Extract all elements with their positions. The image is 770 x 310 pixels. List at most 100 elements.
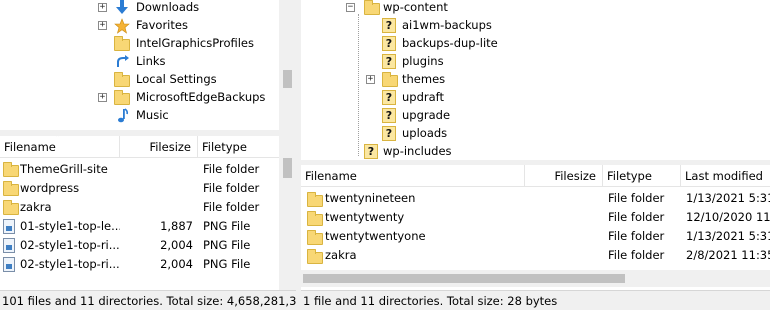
remote-list-hscroll-thumb[interactable] [303,274,625,283]
tree-item[interactable]: ? backups-dup-lite [301,35,770,53]
tree-item[interactable]: ? updraft [301,89,770,107]
file-row[interactable]: twentytwentyone File folder 1/13/2021 5:31… [301,227,770,246]
expand-icon[interactable]: + [366,75,375,84]
tree-item[interactable]: Local Settings [0,71,279,89]
folder-icon [114,90,130,106]
tree-item-label: upgrade [402,108,451,122]
column-header-filetype[interactable]: Filetype [198,136,279,158]
last-modified: 1/13/2021 5:31:... [686,229,770,243]
remote-list-header: Filename Filesize Filetype Last modified [301,165,770,187]
folder-icon [364,0,380,16]
column-header-filetype[interactable]: Filetype [603,165,681,187]
local-tree-scroll-thumb[interactable] [283,70,292,88]
unknown-folder-icon: ? [364,144,380,160]
expand-icon[interactable]: + [98,3,107,12]
tree-item[interactable]: ? wp-includes [301,143,770,160]
file-row[interactable]: zakra File folder 2/8/2021 11:35:... [301,246,770,265]
tree-item-label: Links [136,54,166,68]
unknown-folder-icon: ? [382,126,398,142]
tree-item-label: wp-content [383,0,448,14]
file-row[interactable]: ThemeGrill-site File folder [0,160,279,179]
file-name: zakra [20,200,52,214]
file-row[interactable]: 02-style1-top-ri... 2,004 PNG File [0,236,279,255]
collapse-icon[interactable]: − [346,3,355,12]
remote-status-bar: 1 file and 11 directories. Total size: 2… [301,290,770,310]
file-size [120,198,193,217]
file-name: twentynineteen [325,191,416,205]
file-size [120,179,193,198]
tree-item[interactable]: Links [0,53,279,71]
local-list-header: Filename Filesize Filetype [0,136,279,158]
local-file-list[interactable]: Filename Filesize Filetype ⌃ ThemeGrill-… [0,136,296,290]
last-modified: 2/8/2021 11:35:... [686,248,770,262]
file-row[interactable]: 02-style1-top-ri... 2,004 PNG File [0,255,279,274]
file-size: 1,887 [160,219,193,233]
file-row[interactable]: wordpress File folder [0,179,279,198]
folder-icon [114,72,130,88]
tree-item-label: themes [402,72,446,86]
star-icon [114,18,130,34]
column-header-last-modified[interactable]: Last modified [681,165,770,187]
tree-item[interactable]: + Favorites [0,17,279,35]
file-name: ThemeGrill-site [20,162,108,176]
music-note-icon [114,108,130,124]
folder-icon [114,36,130,52]
file-row[interactable]: twentynineteen File folder 1/13/2021 5:31:… [301,189,770,208]
last-modified: 12/10/2020 11:... [686,210,770,224]
remote-list-hscrollbar[interactable] [301,270,770,287]
file-name: twentytwenty [325,210,405,224]
unknown-folder-icon: ? [382,54,398,70]
remote-directory-tree[interactable]: − wp-content? ai1wm-backups? backups-dup-li… [301,0,770,160]
file-name: 02-style1-top-ri... [20,257,120,271]
unknown-folder-icon: ? [382,108,398,124]
file-name: twentytwentyone [325,229,426,243]
file-row[interactable]: twentytwenty File folder 12/10/2020 11:... [301,208,770,227]
tree-item[interactable]: ? ai1wm-backups [301,17,770,35]
local-list-scroll-thumb[interactable] [283,158,292,178]
file-type: File folder [203,162,260,176]
file-size [525,227,597,246]
tree-item[interactable]: ? uploads [301,125,770,143]
unknown-folder-icon: ? [382,18,398,34]
tree-item[interactable]: + Downloads [0,0,279,17]
tree-item-label: wp-includes [383,144,452,158]
png-file-icon [3,257,15,276]
column-header-filename[interactable]: Filename [301,165,525,187]
download-arrow-icon [114,0,130,16]
tree-item-label: MicrosoftEdgeBackups [136,90,266,104]
local-list-scrollbar[interactable] [279,136,296,290]
file-name: 02-style1-top-ri... [20,238,120,252]
file-type: PNG File [203,257,251,271]
unknown-folder-icon: ? [382,90,398,106]
expand-icon[interactable]: + [98,21,107,30]
tree-item-label: uploads [402,126,448,140]
local-tree-scrollbar[interactable] [279,0,296,130]
tree-item-label: backups-dup-lite [402,36,498,50]
remote-file-list[interactable]: Filename Filesize Filetype Last modified… [301,165,770,290]
tree-item[interactable]: − wp-content [301,0,770,17]
file-size [525,246,597,265]
file-size [120,160,193,179]
column-header-filesize[interactable]: Filesize [525,165,603,187]
local-directory-tree[interactable]: + Downloads + Favorites IntelGraphicsProfile… [0,0,296,130]
file-row[interactable]: 01-style1-top-le... 1,887 PNG File [0,217,279,236]
tree-item[interactable]: Music [0,107,279,125]
tree-item[interactable]: ? plugins [301,53,770,71]
file-type: File folder [608,248,665,262]
tree-item[interactable]: ? upgrade [301,107,770,125]
file-name: wordpress [20,181,80,195]
folder-icon [382,72,398,88]
column-header-filesize[interactable]: Filesize [120,136,198,158]
file-type: PNG File [203,219,251,233]
file-row[interactable]: zakra File folder [0,198,279,217]
tree-item-label: Downloads [136,0,200,14]
tree-item-label: plugins [402,54,444,68]
file-type: File folder [203,181,260,195]
tree-item[interactable]: IntelGraphicsProfiles [0,35,279,53]
file-name: 01-style1-top-le... [20,219,120,233]
tree-item[interactable]: + MicrosoftEdgeBackups [0,89,279,107]
expand-icon[interactable]: + [98,93,107,102]
tree-item-label: Favorites [136,18,188,32]
tree-item[interactable]: + themes [301,71,770,89]
file-type: File folder [608,191,665,205]
